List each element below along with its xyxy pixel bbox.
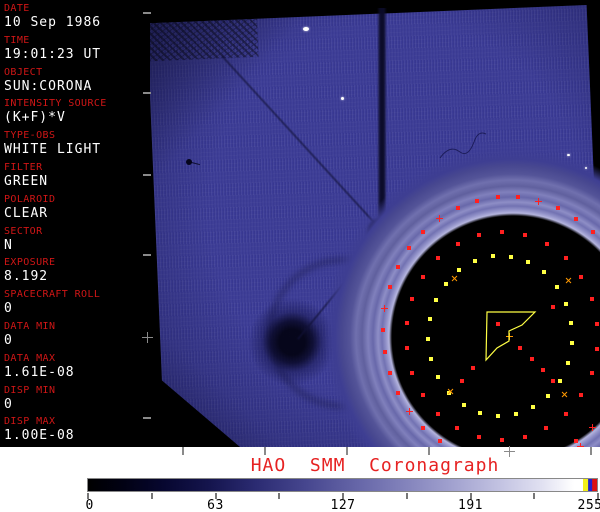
metadata-field: INTENSITY SOURCE (K+F)*V (0, 97, 150, 129)
field-value: CLEAR (4, 205, 49, 221)
field-value: 19:01:23 UT (4, 46, 102, 62)
frame-tick-left (143, 254, 151, 256)
frame-tick-bottom (428, 447, 430, 455)
field-value: WHITE LIGHT (4, 142, 102, 158)
field-value: N (4, 237, 13, 253)
field-label: DATA MAX (4, 352, 56, 364)
metadata-field: POLAROID CLEAR (0, 193, 150, 225)
field-label: EXPOSURE (4, 257, 56, 269)
frame-tick-left (143, 417, 151, 419)
metadata-field: SPACECRAFT ROLL 0 (0, 288, 150, 320)
field-label: DISP MAX (4, 416, 56, 428)
intensity-colorbar (87, 478, 598, 492)
colorbar-tick-label: 0 (85, 498, 94, 512)
field-label: DATA MIN (4, 320, 56, 332)
field-label: POLAROID (4, 193, 56, 205)
page-title: HAO SMM Coronagraph (250, 455, 500, 476)
field-value: 1.00E-08 (4, 428, 75, 444)
metadata-field: TIME 19:01:23 UT (0, 34, 150, 66)
frame-tick-bottom (590, 447, 592, 455)
field-value: SUN:CORONA (4, 78, 93, 94)
field-value: GREEN (4, 173, 49, 189)
frame-tick-left (143, 174, 151, 176)
field-label: DISP MIN (4, 384, 56, 396)
metadata-field: FILTER GREEN (0, 161, 150, 193)
field-value: 8.192 (4, 269, 49, 285)
metadata-field: EXPOSURE 8.192 (0, 256, 150, 288)
display-panel: DATE 10 Sep 1986 TIME 19:01:23 UT OBJECT SUN:… (0, 0, 600, 447)
metadata-field: DATA MAX 1.61E-08 (0, 352, 150, 384)
field-label: SPACECRAFT ROLL (4, 289, 101, 301)
field-label: FILTER (4, 161, 43, 173)
metadata-field: SECTOR N (0, 225, 150, 257)
field-value: 0 (4, 301, 13, 317)
metadata-field: DATE 10 Sep 1986 (0, 2, 150, 34)
feature-outline-polygon (485, 311, 537, 362)
metadata-field: DISP MIN 0 (0, 384, 150, 416)
field-label: SECTOR (4, 225, 43, 237)
field-value: 0 (4, 332, 13, 348)
metadata-field: DATA MIN 0 (0, 320, 150, 352)
field-value: (K+F)*V (4, 110, 66, 126)
field-label: TYPE-OBS (4, 130, 56, 142)
frame-plus-bottom (503, 445, 515, 457)
colorbar-tick-label: 191 (458, 498, 483, 512)
footer-strip: HAO SMM Coronagraph 0 63 127 191 255 (0, 447, 600, 512)
frame-tick-left (143, 12, 151, 14)
field-label: INTENSITY SOURCE (4, 98, 107, 110)
field-value: 1.61E-08 (4, 364, 75, 380)
colorbar-tick-label: 127 (330, 498, 356, 512)
metadata-field: DISP MAX 1.00E-08 (0, 415, 150, 447)
frame-plus-left (141, 331, 153, 343)
metadata-sidebar: DATE 10 Sep 1986 TIME 19:01:23 UT OBJECT SUN:… (0, 0, 150, 447)
field-value: 10 Sep 1986 (4, 15, 102, 30)
colorbar-tick (150, 493, 153, 499)
colorbar-tick (533, 493, 536, 499)
field-label: OBJECT (4, 66, 43, 78)
colorbar-tick-label: 255 (577, 498, 600, 512)
colorbar-tick (278, 493, 281, 499)
coronagraph-image (150, 0, 600, 447)
frame-tick-bottom (264, 447, 266, 455)
metadata-field: TYPE-OBS WHITE LIGHT (0, 129, 150, 161)
colorbar-tick-label: 63 (207, 498, 224, 512)
field-value: 0 (4, 396, 13, 412)
frame-tick-bottom (182, 447, 184, 455)
frame-tick-bottom (346, 447, 348, 455)
plus-bar (503, 450, 515, 452)
metadata-field: OBJECT SUN:CORONA (0, 66, 150, 98)
field-label: TIME (4, 34, 30, 46)
field-label: DATE (4, 3, 30, 14)
frame-tick-left (143, 92, 151, 94)
smm-coronagraph-display: DATE 10 Sep 1986 TIME 19:01:23 UT OBJECT SUN:… (0, 0, 600, 512)
colorbar-tick (405, 493, 408, 499)
plus-bar (141, 336, 153, 338)
